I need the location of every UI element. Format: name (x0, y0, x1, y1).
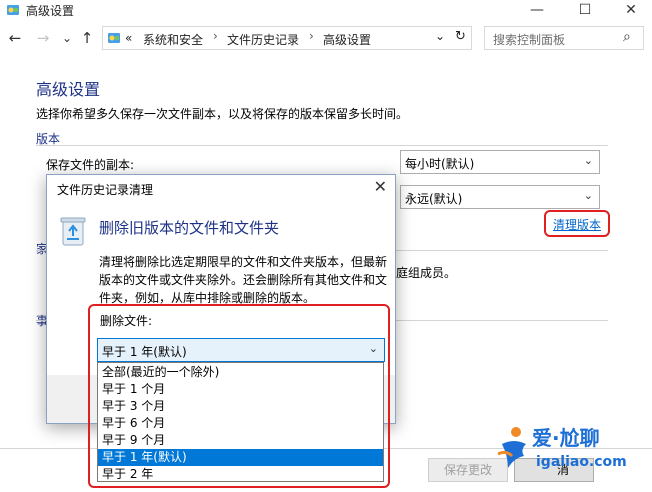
up-button[interactable]: ↑ (76, 27, 98, 49)
recycle-bin-icon (60, 217, 86, 246)
dialog-heading: 删除旧版本的文件和文件夹 (99, 219, 280, 237)
save-copies-select[interactable]: 每小时(默认) ⌄ (400, 150, 600, 174)
advanced-settings-window: 高级设置 — ☐ ✕ ← → ⌄ ↑ « 系统和安全 › 文件历史记录 › 高级… (0, 0, 652, 492)
recent-locations-button[interactable]: ⌄ (56, 27, 78, 49)
delete-files-select[interactable]: 早于 1 年(默认) ⌄ (97, 338, 385, 362)
option-2-years[interactable]: 早于 2 年 (98, 466, 383, 483)
page-title: 高级设置 (36, 80, 101, 99)
option-3-months[interactable]: 早于 3 个月 (98, 398, 383, 415)
control-panel-icon (7, 5, 19, 15)
back-button[interactable]: ← (4, 27, 26, 49)
save-copies-value: 每小时(默认) (405, 157, 475, 171)
breadcrumb-separator: › (309, 29, 314, 43)
watermark: 爱·尬聊 igaliao.com (496, 420, 646, 480)
option-1-year-default[interactable]: 早于 1 年(默认) (98, 449, 383, 466)
search-box[interactable]: 搜索控制面板 ⌕ (484, 26, 644, 50)
page-description: 选择你希望多久保存一次文件副本，以及将保存的版本保留多长时间。 (36, 107, 409, 121)
breadcrumb-advanced-settings[interactable]: 高级设置 (323, 31, 371, 48)
refresh-icon[interactable]: ↻ (455, 29, 466, 44)
maximize-button[interactable]: ☐ (562, 0, 608, 22)
cleanup-versions-link[interactable]: 清理版本 (553, 216, 601, 233)
close-button[interactable]: ✕ (608, 0, 652, 22)
delete-files-selected-value: 早于 1 年(默认) (102, 345, 187, 359)
keep-versions-select[interactable]: 永远(默认) ⌄ (400, 185, 600, 209)
breadcrumb-overflow[interactable]: « (125, 31, 132, 45)
minimize-button[interactable]: — (514, 0, 560, 22)
chevron-down-icon: ⌄ (583, 154, 593, 167)
search-icon[interactable]: ⌕ (623, 29, 631, 45)
forward-button[interactable]: → (32, 27, 54, 49)
option-1-month[interactable]: 早于 1 个月 (98, 381, 383, 398)
title-bar: 高级设置 — ☐ ✕ (0, 0, 652, 22)
keep-versions-value: 永远(默认) (405, 192, 463, 206)
breadcrumb-system-security[interactable]: 系统和安全 (143, 31, 203, 48)
watermark-logo-icon (497, 427, 526, 468)
address-dropdown-icon[interactable]: ⌄ (435, 29, 445, 43)
save-copies-label: 保存文件的副本: (46, 158, 135, 172)
option-6-months[interactable]: 早于 6 个月 (98, 415, 383, 432)
option-9-months[interactable]: 早于 9 个月 (98, 432, 383, 449)
chevron-down-icon: ⌄ (368, 342, 378, 355)
delete-files-options-list: 全部(最近的一个除外) 早于 1 个月 早于 3 个月 早于 6 个月 早于 9… (97, 362, 384, 482)
breadcrumb-file-history[interactable]: 文件历史记录 (227, 31, 299, 48)
control-panel-icon (108, 33, 120, 43)
breadcrumb-separator: › (213, 29, 218, 43)
delete-files-label: 删除文件: (100, 314, 153, 328)
dialog-body-text: 清理将删除比选定期限早的文件和文件夹版本，但最新版本的文件或文件夹除外。还会删除… (99, 255, 388, 305)
chevron-down-icon: ⌄ (583, 189, 593, 202)
watermark-url: igaliao.com (536, 454, 627, 470)
dialog-title: 文件历史记录清理 (57, 183, 154, 197)
homegroup-text: 庭组成员。 (396, 266, 457, 280)
section-divider (36, 145, 608, 146)
search-input[interactable]: 搜索控制面板 (493, 31, 565, 48)
address-bar[interactable]: « 系统和安全 › 文件历史记录 › 高级设置 ⌄ ↻ (102, 26, 472, 50)
dialog-close-icon[interactable]: ✕ (374, 177, 387, 196)
window-title: 高级设置 (26, 4, 75, 18)
navigation-bar: ← → ⌄ ↑ « 系统和安全 › 文件历史记录 › 高级设置 ⌄ ↻ 搜索控制… (0, 24, 652, 54)
watermark-brand: 爱·尬聊 (532, 426, 600, 450)
option-all-except-latest[interactable]: 全部(最近的一个除外) (98, 364, 383, 381)
